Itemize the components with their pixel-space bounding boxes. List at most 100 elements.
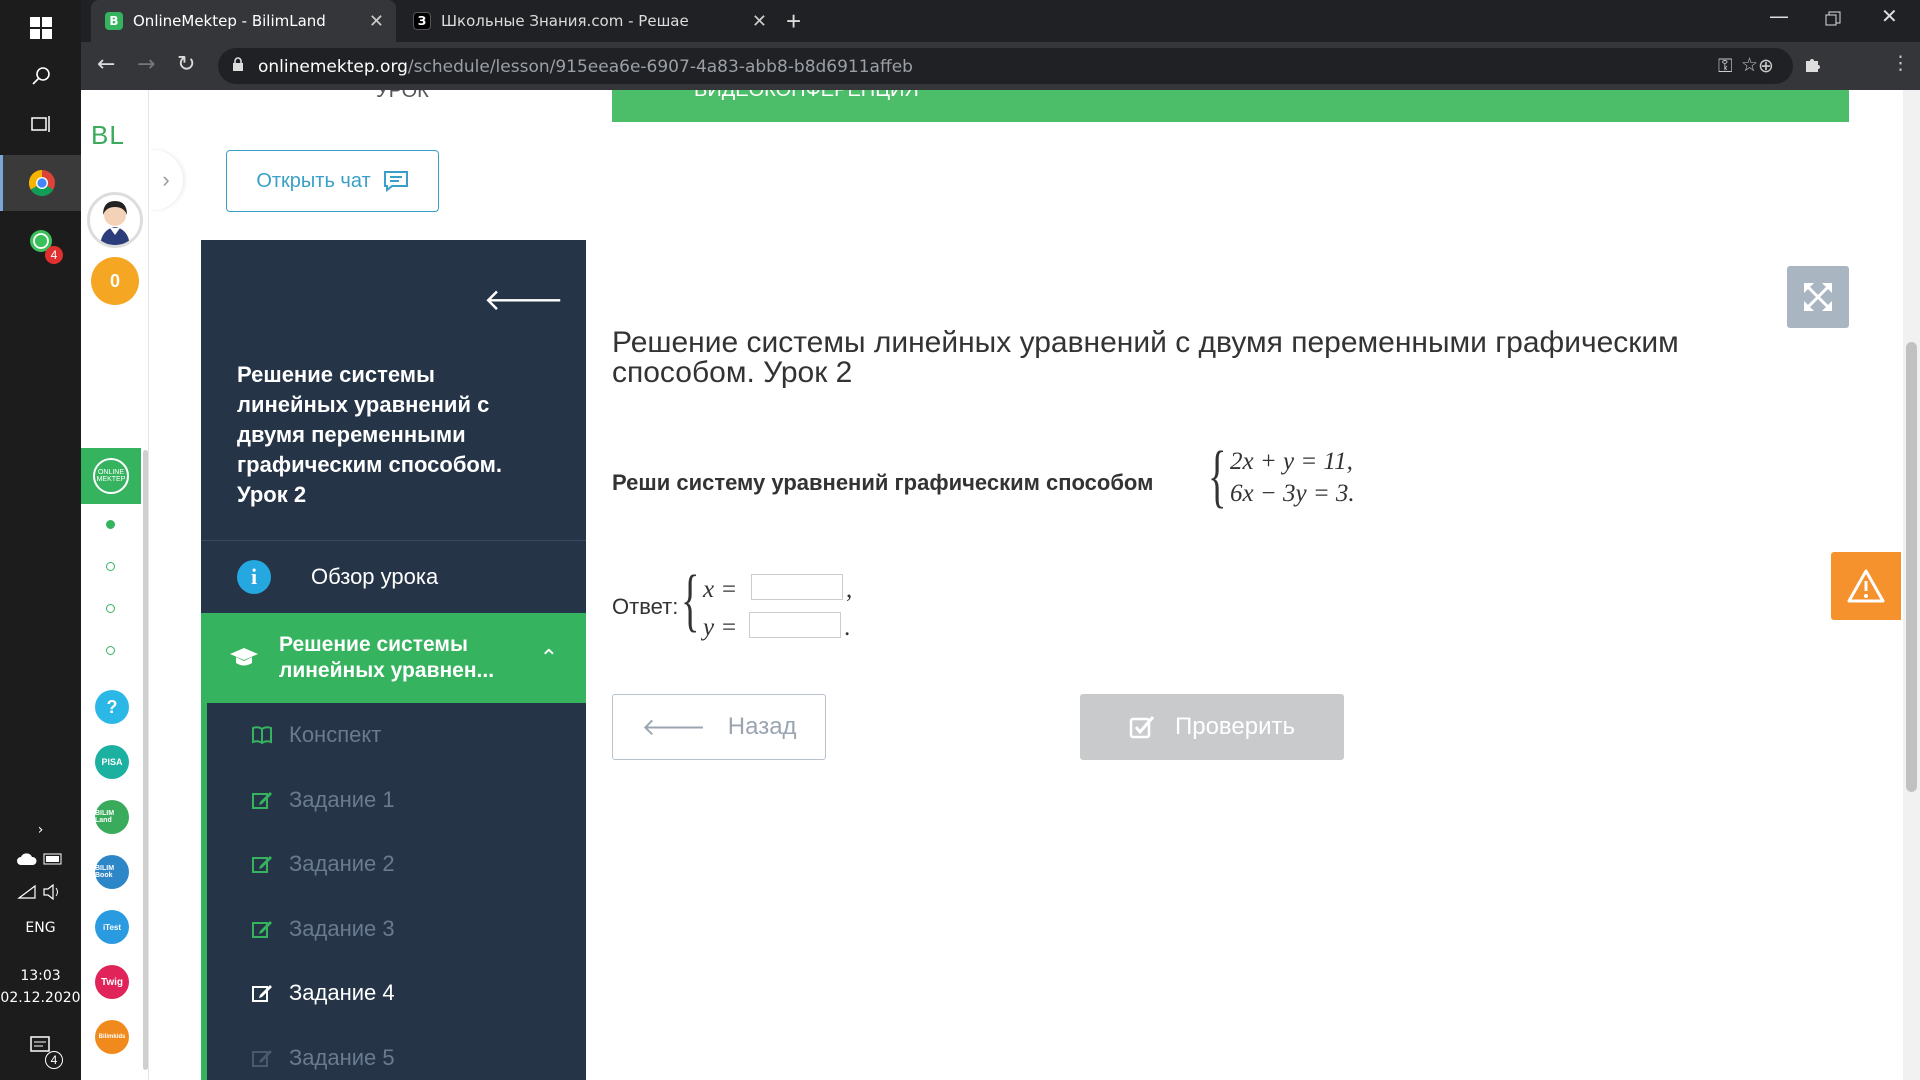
wifi-icon[interactable]: [17, 884, 37, 900]
url-host: onlinemektep.org: [258, 57, 408, 77]
back-nav-icon[interactable]: ←: [97, 52, 115, 77]
new-tab-icon[interactable]: +: [786, 6, 801, 37]
tab-title: OnlineMektep - BilimLand: [133, 12, 326, 30]
tab-close-icon[interactable]: ✕: [752, 11, 767, 32]
rail-page-dot[interactable]: [106, 604, 115, 613]
check-button[interactable]: Проверить: [1080, 694, 1344, 760]
x-answer-input[interactable]: [751, 574, 843, 600]
info-icon: i: [237, 560, 271, 594]
tab-onlinemektep[interactable]: B OnlineMektep - BilimLand ✕: [91, 0, 396, 42]
rail-expand-button[interactable]: ›: [149, 150, 183, 210]
rail-page-dot[interactable]: [106, 520, 115, 529]
chrome-taskbar-button[interactable]: [0, 155, 81, 211]
window-close-icon[interactable]: ✕: [1881, 4, 1898, 28]
subitem-konspekt[interactable]: Конспект: [207, 703, 586, 768]
whatsapp-taskbar-button[interactable]: 4: [0, 213, 81, 269]
show-hidden-icons[interactable]: ›: [0, 822, 81, 838]
current-section-item[interactable]: Решение системы линейных уравнен... ⌃: [201, 613, 586, 703]
answer-label: Ответ:: [612, 594, 679, 619]
equation-2: 6x − 3y = 3.: [1230, 480, 1355, 507]
tab-title: Школьные Знания.com - Решае: [441, 12, 689, 30]
clock-time[interactable]: 13:03: [0, 968, 81, 984]
search-icon: [31, 67, 50, 85]
subitem-task-5[interactable]: Задание 5: [201, 1026, 586, 1080]
reload-icon[interactable]: ↻: [177, 52, 195, 77]
url-path: /schedule/lesson/915eea6e-6907-4a83-abb8…: [407, 57, 913, 77]
collapse-arrow-icon[interactable]: 🡐: [484, 282, 564, 318]
report-problem-button[interactable]: [1831, 552, 1901, 620]
pisa-icon[interactable]: PISA: [95, 745, 129, 779]
rail-app-onlinemektep[interactable]: ONLINE MEKTEP: [81, 448, 141, 504]
subitem-label: Задание 5: [289, 1044, 395, 1070]
overview-label: Обзор урока: [311, 564, 439, 589]
page-scrollbar[interactable]: [1903, 90, 1920, 1080]
user-avatar[interactable]: [87, 192, 143, 248]
itest-icon[interactable]: iTest: [95, 910, 129, 944]
onlinemektep-icon: ONLINE MEKTEP: [93, 458, 129, 494]
rail-page-dot[interactable]: [106, 562, 115, 571]
bilimland-icon[interactable]: BILIM Land: [95, 800, 129, 834]
forward-nav-icon[interactable]: →: [137, 52, 155, 77]
warning-icon: [1847, 569, 1885, 603]
arrow-left-icon: 🡐: [641, 714, 706, 741]
help-icon[interactable]: ?: [95, 690, 129, 724]
bilimkids-icon[interactable]: Bilimkids: [95, 1020, 129, 1054]
extensions-icon[interactable]: [1803, 54, 1823, 79]
edit-icon: [252, 1049, 272, 1067]
app-rail: BL 0 ONLINE MEKTEP ? PISA BILIM Land BIL…: [81, 90, 149, 1080]
chevron-up-icon[interactable]: ⌃: [540, 645, 558, 671]
points-badge[interactable]: 0: [91, 257, 139, 305]
zoom-icon[interactable]: ⊕: [1758, 55, 1774, 77]
address-bar[interactable]: onlinemektep.org/schedule/lesson/915eea6…: [218, 48, 1793, 84]
volume-icon[interactable]: [42, 883, 64, 901]
bilimland-logo[interactable]: BL: [91, 120, 125, 151]
restore-icon[interactable]: [1825, 8, 1841, 32]
action-center-button[interactable]: 4: [0, 1018, 81, 1074]
minimize-icon[interactable]: —: [1769, 4, 1789, 28]
subitem-task-1[interactable]: Задание 1: [207, 768, 586, 833]
whatsapp-badge: 4: [45, 246, 63, 264]
checkbox-icon: [1129, 716, 1155, 739]
subitem-task-4[interactable]: Задание 4: [201, 961, 586, 1026]
key-icon[interactable]: ⚿: [1718, 55, 1732, 77]
subitem-label: Задание 4: [289, 980, 395, 1006]
y-suffix: .: [844, 614, 851, 641]
lesson-overview-item[interactable]: i Обзор урока: [201, 540, 586, 613]
subitem-task-2[interactable]: Задание 2: [207, 832, 586, 897]
fullscreen-button[interactable]: [1787, 266, 1849, 328]
tray-icons: [0, 852, 81, 870]
back-button[interactable]: 🡐 Назад: [612, 694, 826, 760]
tab-close-icon[interactable]: ✕: [369, 11, 384, 32]
twig-icon[interactable]: Twig: [95, 965, 129, 999]
open-chat-label: Открыть чат: [256, 169, 371, 192]
language-indicator[interactable]: ENG: [0, 920, 81, 936]
clock-date[interactable]: 02.12.2020: [0, 990, 81, 1006]
subitem-label: Задание 1: [289, 786, 395, 812]
current-section-label: Решение системы линейных уравнен...: [279, 633, 495, 682]
videoconference-banner[interactable]: ВИДЕОКОНФЕРЕНЦИЯ: [612, 90, 1849, 122]
task-view-button[interactable]: [0, 96, 81, 152]
edit-icon: [252, 920, 272, 938]
page-scrollbar-thumb[interactable]: [1906, 342, 1917, 792]
left-brace: {: [681, 562, 700, 639]
bookmark-star-icon[interactable]: ☆: [1741, 54, 1758, 76]
cloud-icon[interactable]: [16, 852, 38, 866]
check-label: Проверить: [1174, 713, 1296, 740]
page-viewport: BL 0 ONLINE MEKTEP ? PISA BILIM Land BIL…: [81, 90, 1920, 1080]
section-label: УРОК: [376, 90, 429, 102]
avatar-icon: [100, 201, 130, 245]
bilimbook-icon[interactable]: BILIM Book: [95, 855, 129, 889]
open-chat-button[interactable]: Открыть чат: [226, 150, 439, 212]
rail-scrollbar[interactable]: [143, 450, 148, 1070]
edit-icon: [252, 985, 272, 1003]
battery-icon[interactable]: [43, 852, 65, 866]
chevron-right-icon: ›: [162, 167, 170, 192]
x-label: x =: [703, 576, 738, 603]
tab-znania[interactable]: З Школьные Знания.com - Решае ✕: [399, 0, 779, 42]
bilimland-favicon-icon: B: [105, 12, 123, 30]
y-answer-input[interactable]: [749, 612, 841, 638]
graduation-cap-icon: [230, 648, 258, 666]
rail-page-dot[interactable]: [106, 646, 115, 655]
subitem-task-3[interactable]: Задание 3: [207, 897, 586, 962]
chrome-menu-icon[interactable]: ⋮: [1891, 52, 1910, 74]
